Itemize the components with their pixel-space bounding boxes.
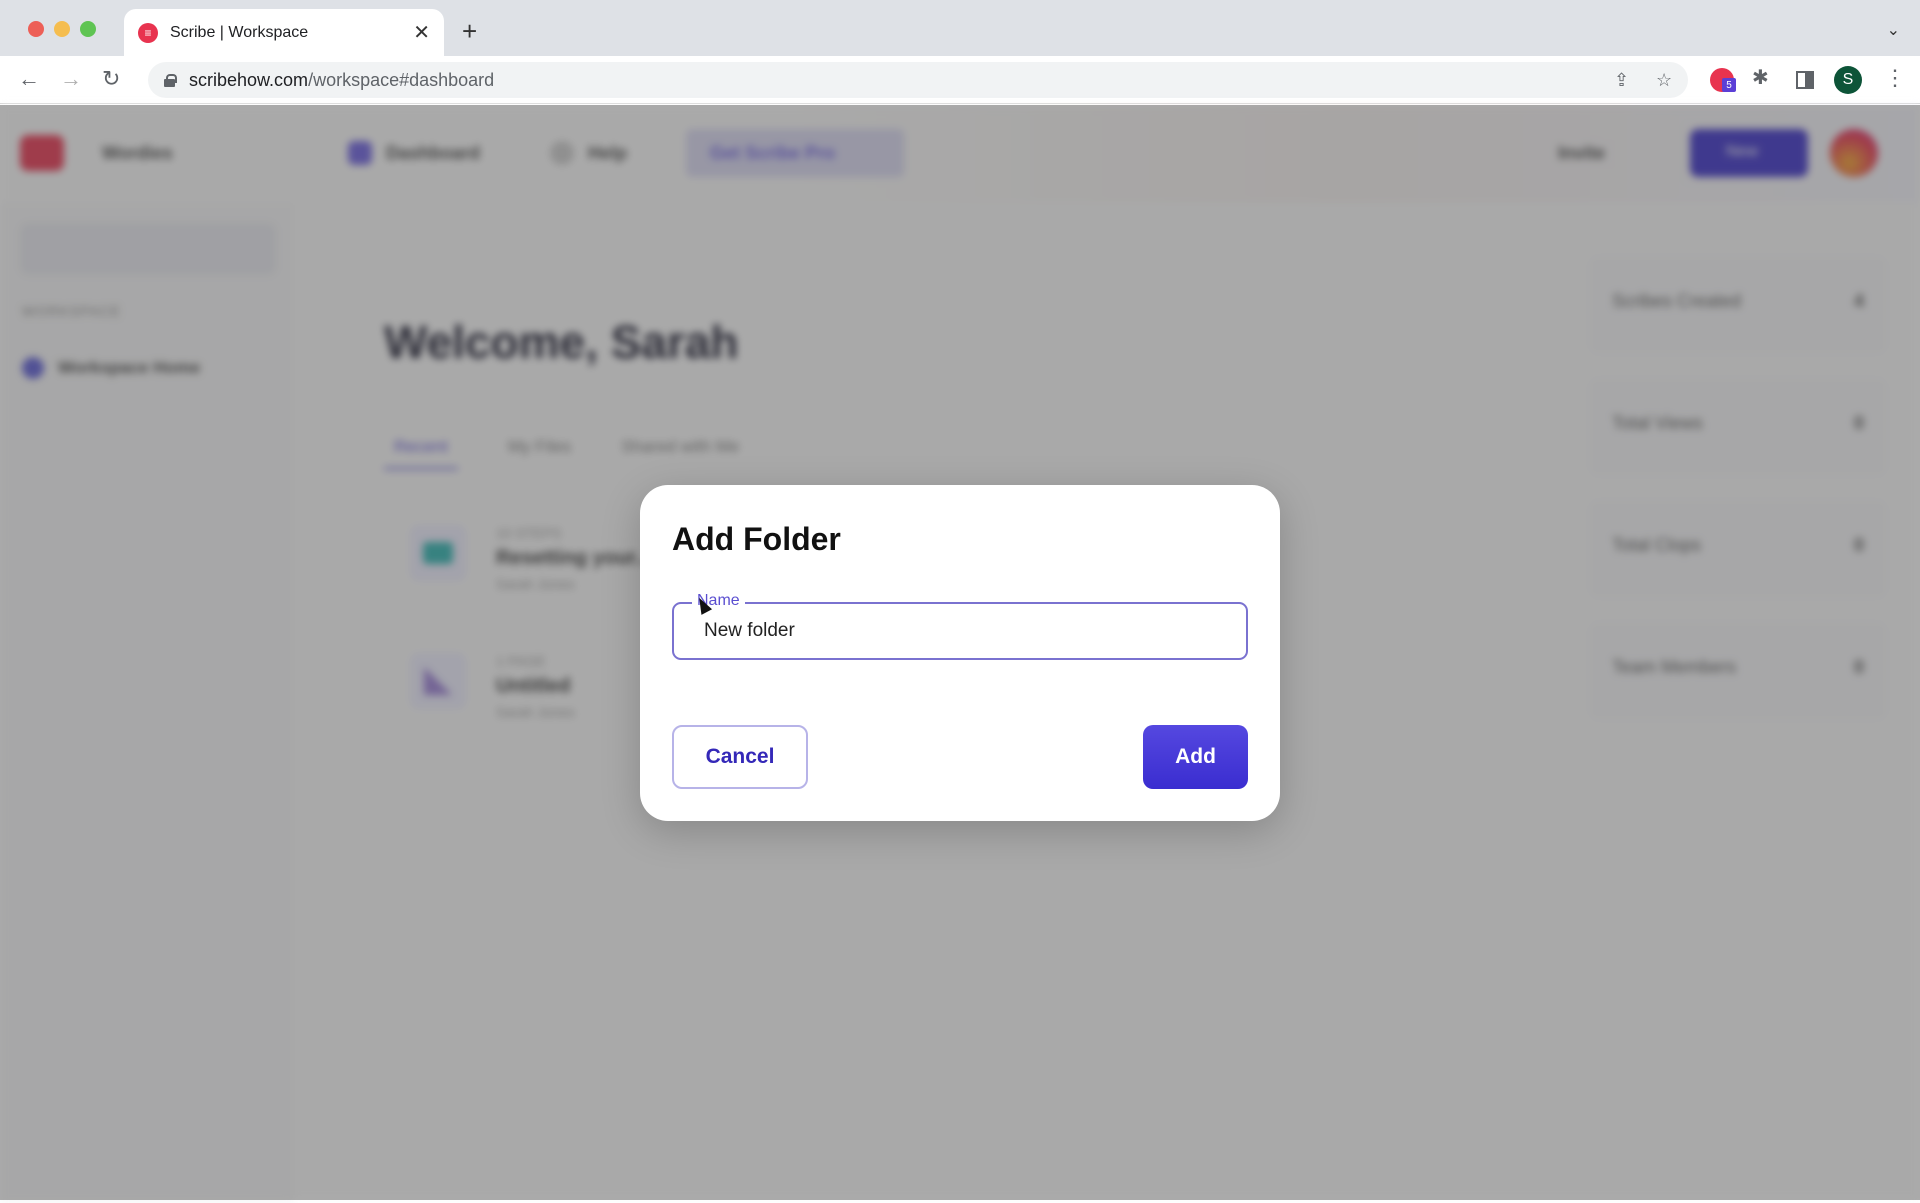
extensions-puzzle-icon[interactable]: ✱	[1752, 65, 1769, 90]
address-bar[interactable]: scribehow.com/workspace#dashboard ⇪ ☆	[148, 62, 1688, 98]
minimize-window-button[interactable]	[54, 21, 70, 37]
close-window-button[interactable]	[28, 21, 44, 37]
folder-name-field[interactable]: Name	[672, 592, 1248, 660]
dialog-title: Add Folder	[672, 521, 841, 557]
cancel-button[interactable]: Cancel	[672, 725, 808, 789]
profile-avatar[interactable]: S	[1834, 66, 1862, 94]
add-button[interactable]: Add	[1143, 725, 1248, 789]
lock-icon	[164, 73, 177, 87]
scribe-extension-icon[interactable]: 5	[1710, 68, 1736, 92]
url-text: scribehow.com/workspace#dashboard	[189, 69, 495, 90]
forward-button[interactable]: →	[60, 66, 82, 92]
share-icon[interactable]: ⇪	[1614, 70, 1629, 91]
new-tab-button[interactable]: +	[462, 16, 477, 47]
bookmark-star-icon[interactable]: ☆	[1656, 70, 1672, 91]
side-panel-icon[interactable]	[1796, 71, 1814, 89]
back-button[interactable]: ←	[18, 66, 40, 92]
scribe-favicon-icon: ≡	[138, 22, 158, 43]
maximize-window-button[interactable]	[80, 21, 96, 37]
browser-tab[interactable]: ≡ Scribe | Workspace ✕	[124, 9, 444, 56]
folder-name-input[interactable]	[704, 618, 1224, 644]
browser-tabstrip: ≡ Scribe | Workspace ✕ + ⌄	[0, 0, 1920, 56]
extension-badge: 5	[1722, 78, 1736, 92]
close-tab-icon[interactable]: ✕	[413, 20, 430, 45]
browser-toolbar: ← → ↻ scribehow.com/workspace#dashboard …	[0, 56, 1920, 104]
add-folder-dialog: Add Folder Name Cancel Add	[640, 485, 1280, 821]
reload-button[interactable]: ↻	[102, 66, 120, 92]
tab-search-chevron-icon[interactable]: ⌄	[1887, 20, 1900, 40]
tab-title: Scribe | Workspace	[170, 23, 309, 41]
browser-menu-icon[interactable]: ⋮	[1884, 65, 1906, 91]
